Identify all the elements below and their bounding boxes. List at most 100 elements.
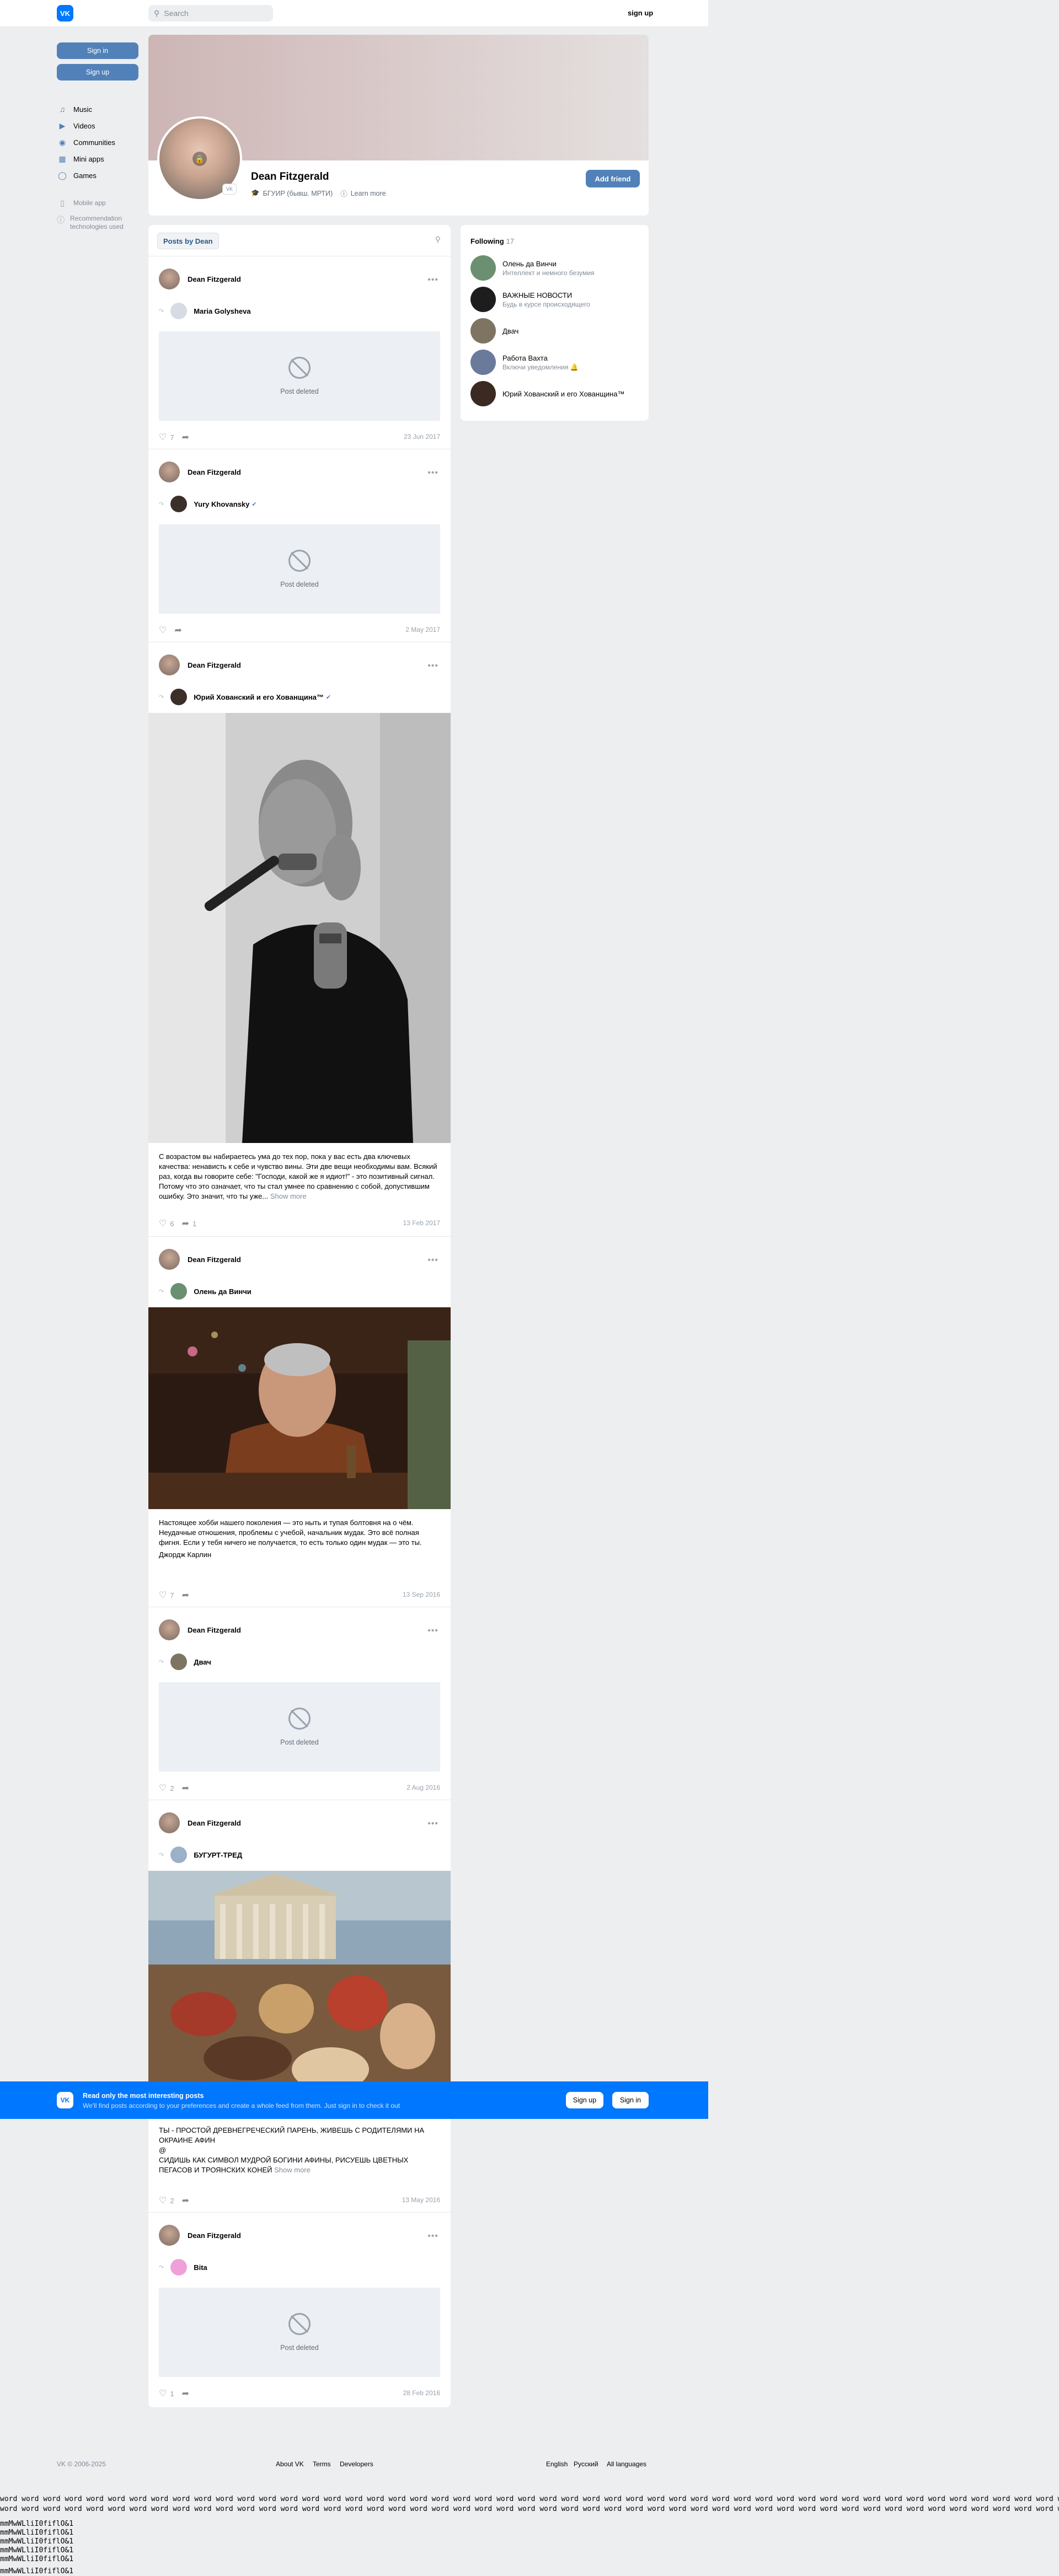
sidebar-item-communities[interactable]: ◉ Communities — [57, 134, 140, 151]
more-icon[interactable]: ••• — [427, 2231, 438, 2241]
avatar[interactable] — [170, 303, 188, 319]
repost-name[interactable]: Bita — [194, 2263, 207, 2272]
deleted-post: Post deleted — [159, 524, 440, 614]
show-more-link[interactable]: Show more — [274, 2166, 311, 2174]
post-author[interactable]: Dean Fitzgerald — [188, 1819, 241, 1827]
like-button[interactable]: ♡ — [159, 625, 167, 636]
share-button[interactable]: ➦ — [174, 625, 181, 636]
like-button[interactable]: ♡ 7 — [159, 432, 174, 443]
add-friend-button[interactable]: Add friend — [586, 170, 640, 187]
sidebar-recommendation[interactable]: ⓘ Recommendation technologies used — [57, 214, 140, 237]
post-header: Dean Fitzgerald — [159, 1812, 241, 1833]
post-author[interactable]: Dean Fitzgerald — [188, 1255, 241, 1264]
more-icon[interactable]: ••• — [427, 1819, 438, 1829]
post-date[interactable]: 23 Jun 2017 — [404, 433, 440, 441]
post-signature: Джордж Карлин — [159, 1550, 212, 1559]
following-item[interactable]: Олень да Винчи Интеллект и немного безуми… — [470, 255, 595, 281]
avatar[interactable] — [170, 1283, 188, 1300]
sidebar-mobile-app[interactable]: ▯ Mobile app — [57, 195, 140, 211]
more-icon[interactable]: ••• — [427, 1255, 438, 1265]
footer-link-terms[interactable]: Terms — [313, 2460, 331, 2468]
avatar[interactable] — [170, 496, 188, 512]
repost-name[interactable]: Yury Khovansky — [194, 500, 249, 508]
like-button[interactable]: ♡ 2 — [159, 2195, 174, 2206]
signin-button[interactable]: Sign in — [57, 42, 138, 59]
avatar[interactable] — [170, 2259, 188, 2276]
avatar[interactable] — [159, 654, 180, 675]
post-date[interactable]: 13 Feb 2017 — [403, 1219, 440, 1227]
more-icon[interactable]: ••• — [427, 661, 438, 671]
sidebar-item-games[interactable]: ◯ Games — [57, 167, 140, 184]
info-icon: ⓘ — [340, 190, 347, 198]
post-date[interactable]: 13 May 2016 — [402, 2196, 440, 2204]
share-button[interactable]: ➦ — [182, 2195, 189, 2206]
repost-name[interactable]: Двач — [194, 1658, 211, 1666]
banner-signin-button[interactable]: Sign in — [612, 2092, 649, 2108]
avatar[interactable] — [159, 1619, 180, 1640]
show-more-link[interactable]: Show more — [270, 1192, 307, 1200]
like-button[interactable]: ♡ 7 — [159, 1590, 174, 1601]
learn-more-link[interactable]: Learn more — [351, 190, 386, 197]
avatar[interactable] — [159, 1812, 180, 1833]
repost-name[interactable]: БУГУРТ-ТРЕД — [194, 1851, 242, 1859]
share-button[interactable]: ➦ — [182, 1783, 189, 1794]
avatar[interactable] — [159, 2225, 180, 2246]
search-input[interactable]: ⚲ Search — [148, 5, 273, 22]
following-sub: Интеллект и немного безумия — [502, 269, 595, 277]
post-date[interactable]: 13 Sep 2016 — [403, 1591, 440, 1598]
post-author[interactable]: Dean Fitzgerald — [188, 1626, 241, 1634]
repost-name[interactable]: Олень да Винчи — [194, 1287, 252, 1296]
search-icon[interactable]: ⚲ — [435, 235, 441, 244]
signup-link[interactable]: sign up — [628, 9, 653, 17]
tab-posts-by-dean[interactable]: Posts by Dean — [157, 233, 219, 249]
sidebar-item-videos[interactable]: ▶ Videos — [57, 117, 140, 134]
heart-icon: ♡ — [159, 2389, 167, 2398]
language-russian[interactable]: Русский — [574, 2460, 598, 2468]
more-icon[interactable]: ••• — [427, 468, 438, 478]
verified-icon: ✔ — [325, 694, 331, 701]
language-english[interactable]: English — [546, 2460, 568, 2468]
avatar[interactable] — [159, 1249, 180, 1270]
following-header[interactable]: Following 17 — [470, 237, 514, 245]
post-date[interactable]: 2 Aug 2016 — [407, 1784, 440, 1791]
post-date[interactable]: 28 Feb 2016 — [403, 2389, 440, 2397]
share-button[interactable]: ➦ — [182, 432, 189, 443]
vk-logo[interactable]: VK — [57, 5, 73, 22]
following-item[interactable]: ВАЖНЫЕ НОВОСТИ Будь в курсе происходящего — [470, 287, 590, 312]
footer-link-about[interactable]: About VK — [276, 2460, 304, 2468]
like-button[interactable]: ♡ 1 — [159, 2388, 174, 2399]
like-button[interactable]: ♡ 6 — [159, 1218, 174, 1229]
post-author[interactable]: Dean Fitzgerald — [188, 661, 241, 669]
banner-signup-button[interactable]: Sign up — [566, 2092, 603, 2108]
more-icon[interactable]: ••• — [427, 275, 438, 285]
post-photo[interactable] — [148, 1307, 451, 1509]
following-item[interactable]: Юрий Хованский и его Хованщина™ — [470, 381, 624, 406]
repost-name[interactable]: Maria Golysheva — [194, 307, 250, 315]
sidebar-item-mini-apps[interactable]: ▦ Mini apps — [57, 151, 140, 167]
share-button[interactable]: ➦ — [182, 2388, 189, 2399]
search-placeholder: Search — [164, 9, 189, 18]
repost-name[interactable]: Юрий Хованский и его Хованщина™ — [194, 693, 324, 701]
avatar[interactable] — [170, 1654, 188, 1670]
post-author[interactable]: Dean Fitzgerald — [188, 2231, 241, 2240]
post-date[interactable]: 2 May 2017 — [405, 626, 440, 634]
post-photo[interactable] — [148, 713, 451, 1143]
avatar[interactable] — [170, 1847, 188, 1863]
post-text: ТЫ - ПРОСТОЙ ДРЕВНЕГРЕЧЕСКИЙ ПАРЕНЬ, ЖИВ… — [159, 2126, 440, 2175]
post-author[interactable]: Dean Fitzgerald — [188, 468, 241, 476]
like-button[interactable]: ♡ 2 — [159, 1783, 174, 1794]
avatar[interactable] — [170, 689, 188, 705]
following-item[interactable]: Работа Вахта Включи уведомления 🔔 — [470, 350, 579, 375]
post-header: Dean Fitzgerald — [159, 269, 241, 289]
following-item[interactable]: Двач — [470, 318, 518, 344]
footer-link-developers[interactable]: Developers — [340, 2460, 373, 2468]
language-all[interactable]: All languages — [607, 2460, 646, 2468]
sidebar-item-music[interactable]: ♫ Music — [57, 101, 140, 117]
more-icon[interactable]: ••• — [427, 1626, 438, 1636]
share-button[interactable]: ➦ — [182, 1590, 189, 1601]
post-author[interactable]: Dean Fitzgerald — [188, 275, 241, 283]
avatar[interactable] — [159, 269, 180, 289]
avatar[interactable] — [159, 461, 180, 482]
share-button[interactable]: ➦ 1 — [182, 1218, 197, 1229]
signup-button[interactable]: Sign up — [57, 64, 138, 80]
